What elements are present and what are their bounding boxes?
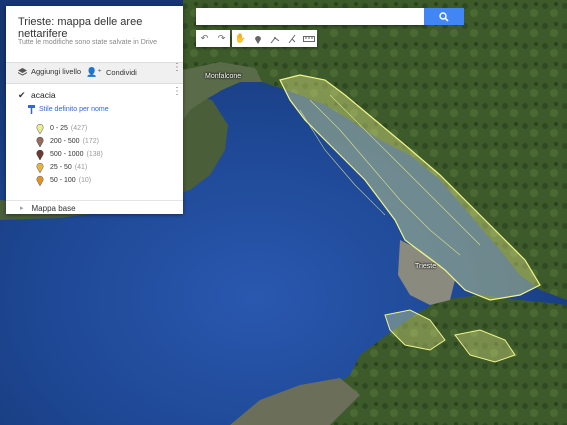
map-label-monfalcone: Monfalcone [205,73,242,80]
pin-icon [36,162,44,173]
style-link[interactable]: Stile definito per nome [28,105,109,114]
layers-panel: Trieste: mappa delle aree nettarifere Tu… [6,6,183,214]
pin-icon [36,149,44,160]
legend-item[interactable]: 50 - 100 (10) [34,174,103,187]
checkbox-icon[interactable]: ✔ [18,90,27,100]
redo-icon[interactable]: ↷ [213,30,230,47]
history-toolbar: ↶ ↷ [196,30,230,47]
add-layer-button[interactable]: Aggiungi livello [18,67,81,76]
legend-label: 50 - 100 [50,177,76,184]
panel-options-icon[interactable]: ⋮ [172,63,182,73]
ruler-icon[interactable] [300,30,317,47]
search-button[interactable] [424,8,464,25]
pin-icon [36,123,44,134]
layer-name[interactable]: acacia [31,90,56,100]
share-label: Condividi [105,68,137,77]
share-button[interactable]: 👤⁺ Condividi [86,67,137,78]
map-title[interactable]: Trieste: mappa delle aree nettarifere [18,16,183,40]
panel-actions: Aggiungi livello 👤⁺ Condividi ⋮ [6,62,183,84]
style-legend: 0 - 25 (427) 200 - 500 (172) 500 - 1000 (13… [34,122,103,187]
legend-item[interactable]: 200 - 500 (172) [34,135,103,148]
layer-options-icon[interactable]: ⋮ [172,87,182,97]
legend-label: 0 - 25 [50,125,68,132]
add-person-icon: 👤⁺ [86,67,102,77]
save-status: Tutte le modifiche sono state salvate in… [18,39,158,46]
legend-label: 500 - 1000 [50,151,84,158]
style-label: Stile definito per nome [39,106,109,113]
marker-icon[interactable] [249,30,266,47]
layers-icon [18,67,27,76]
route-icon[interactable] [283,30,300,47]
legend-count: (172) [82,138,99,145]
legend-item[interactable]: 25 - 50 (41) [34,161,103,174]
line-icon[interactable] [266,30,283,47]
undo-icon[interactable]: ↶ [196,30,213,47]
pin-icon [36,136,44,147]
search-input[interactable] [196,8,424,25]
legend-label: 200 - 500 [50,138,80,145]
expand-icon[interactable]: ▸ [20,204,24,212]
tools-toolbar: ✋ [232,30,317,47]
search-icon [439,11,449,22]
pin-icon [36,175,44,186]
map-label-trieste: Trieste [415,263,437,270]
legend-count: (427) [70,125,88,132]
hand-icon[interactable]: ✋ [232,30,249,47]
basemap-row[interactable]: ▸ Mappa base [6,200,183,215]
add-layer-label: Aggiungi livello [31,67,82,76]
legend-count: (10) [78,177,92,184]
legend-item[interactable]: 500 - 1000 (138) [34,148,103,161]
legend-count: (138) [86,151,103,158]
basemap-label: Mappa base [31,203,76,213]
legend-item[interactable]: 0 - 25 (427) [34,122,103,135]
paint-roller-icon [28,105,35,114]
layer-acacia[interactable]: ✔ acacia [18,90,56,100]
legend-count: (41) [74,164,88,171]
legend-label: 25 - 50 [50,164,72,171]
